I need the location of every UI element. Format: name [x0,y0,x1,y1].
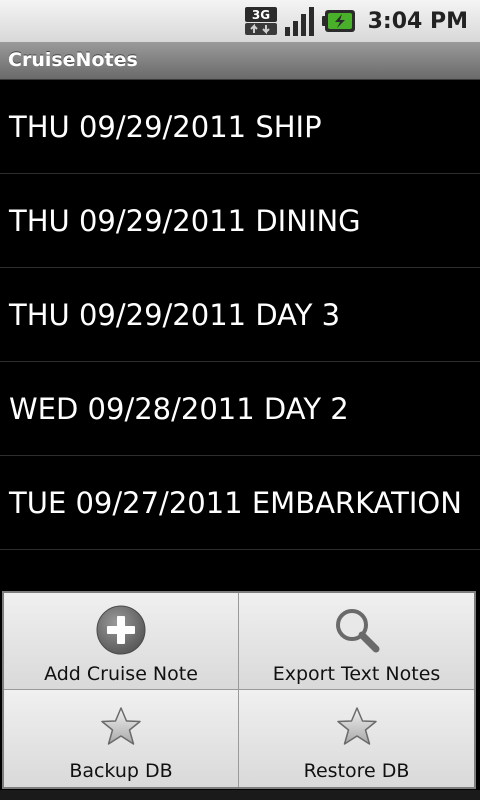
menu-item-backup-db[interactable]: Backup DB [4,690,239,787]
search-icon [332,605,382,655]
note-list-item[interactable]: THU 09/29/2011 SHIP [0,80,480,174]
options-menu: Add Cruise Note Export Text Notes Backup… [2,591,476,789]
note-list-item[interactable]: THU 09/29/2011 DAY 3 [0,268,480,362]
title-bar: CruiseNotes [0,42,480,80]
menu-item-restore-db[interactable]: Restore DB [239,690,474,787]
note-title: WED 09/28/2011 DAY 2 [9,391,349,426]
note-title: TUE 09/27/2011 EMBARKATION [9,485,462,520]
star-icon [335,702,379,752]
note-title: THU 09/29/2011 DAY 3 [9,297,341,332]
status-clock: 3:04 PM [367,8,468,34]
note-list-item[interactable]: THU 09/29/2011 DINING [0,174,480,268]
app-title: CruiseNotes [8,49,138,71]
status-bar: 3G 3:04 PM [0,0,480,42]
svg-text:3G: 3G [251,8,269,22]
note-list-item[interactable]: TUE 09/27/2011 EMBARKATION [0,456,480,550]
bottom-edge [0,790,480,800]
note-list-item[interactable]: WED 09/28/2011 DAY 2 [0,362,480,456]
3g-data-icon: 3G [244,6,278,36]
star-icon [99,702,143,752]
add-circle-icon [95,605,147,655]
status-icons: 3G 3:04 PM [244,0,468,42]
signal-strength-icon [284,5,316,37]
menu-item-label: Export Text Notes [272,663,441,685]
menu-item-add-cruise-note[interactable]: Add Cruise Note [4,593,239,690]
menu-item-label: Restore DB [303,760,410,782]
menu-item-export-text-notes[interactable]: Export Text Notes [239,593,474,690]
menu-item-label: Backup DB [69,760,173,782]
notes-list: THU 09/29/2011 SHIP THU 09/29/2011 DININ… [0,80,480,550]
note-title: THU 09/29/2011 DINING [9,203,361,238]
screen: 3G 3:04 PM CruiseNotes THU 09/29/2011 SH… [0,0,480,800]
note-title: THU 09/29/2011 SHIP [9,109,322,144]
battery-charging-icon [321,8,356,34]
menu-item-label: Add Cruise Note [44,663,198,685]
